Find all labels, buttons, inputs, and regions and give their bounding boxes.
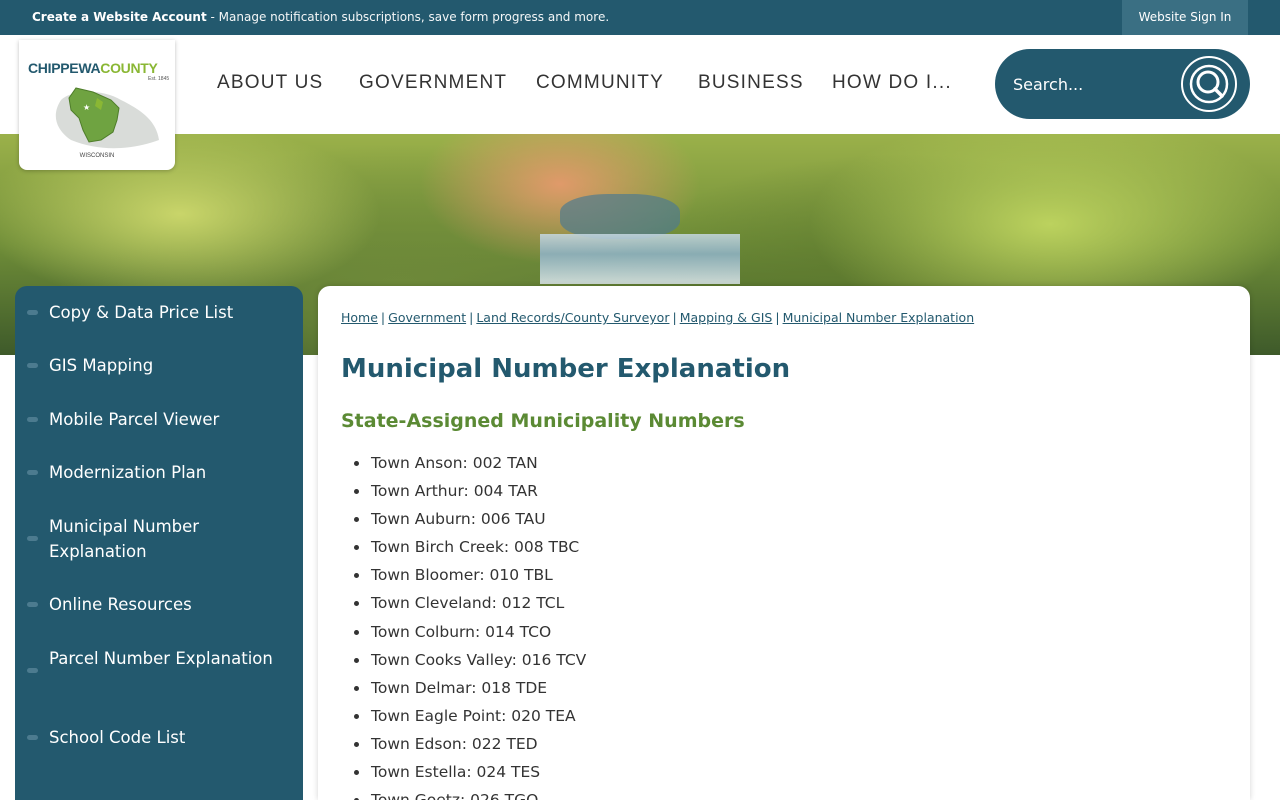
- nav-about-us[interactable]: ABOUT US: [217, 72, 323, 94]
- logo-wordmark: CHIPPEWACOUNTY: [28, 60, 158, 76]
- list-item: Town Arthur: 004 TAR: [341, 480, 586, 508]
- site-header: ABOUT US GOVERNMENT COMMUNITY BUSINESS H…: [0, 35, 1280, 134]
- nav-business[interactable]: BUSINESS: [698, 72, 804, 94]
- svg-text:★: ★: [83, 103, 90, 112]
- list-item: Town Anson: 002 TAN: [341, 452, 586, 480]
- sidebar-item-label: Modernization Plan: [49, 463, 207, 482]
- nav-how-do-i[interactable]: HOW DO I...: [832, 72, 952, 94]
- bullet-icon: [27, 602, 38, 607]
- list-item: Town Cleveland: 012 TCL: [341, 592, 586, 620]
- bullet-icon: [27, 310, 38, 315]
- top-bar: Create a Website Account - Manage notifi…: [0, 0, 1280, 35]
- list-item: Town Edson: 022 TED: [341, 733, 586, 761]
- breadcrumb-government[interactable]: Government: [388, 310, 466, 325]
- sidebar-nav: Copy & Data Price List GIS Mapping Mobil…: [15, 286, 303, 800]
- county-logo[interactable]: CHIPPEWACOUNTY Est. 1845 ★ WISCONSIN: [19, 40, 175, 170]
- list-item: Town Estella: 024 TES: [341, 761, 586, 789]
- bullet-icon: [27, 417, 38, 422]
- municipality-list: Town Anson: 002 TAN Town Arthur: 004 TAR…: [341, 452, 586, 800]
- account-message: Create a Website Account - Manage notifi…: [32, 10, 609, 25]
- bullet-icon: [27, 735, 38, 740]
- list-item: Town Birch Creek: 008 TBC: [341, 536, 586, 564]
- list-item: Town Cooks Valley: 016 TCV: [341, 649, 586, 677]
- list-item: Town Colburn: 014 TCO: [341, 621, 586, 649]
- list-item: Town Auburn: 006 TAU: [341, 508, 586, 536]
- river: [560, 194, 680, 239]
- page-title: Municipal Number Explanation: [341, 354, 791, 384]
- main-content: Home | Government | Land Records/County Surv…: [318, 286, 1250, 800]
- bullet-icon: [27, 668, 38, 673]
- waterfall: [540, 234, 740, 284]
- breadcrumb-home[interactable]: Home: [341, 310, 378, 325]
- search-box: [995, 49, 1250, 119]
- website-sign-in-button[interactable]: Website Sign In: [1122, 0, 1248, 35]
- sidebar-item-label: Parcel Number Explanation: [49, 649, 273, 668]
- bullet-icon: [27, 536, 38, 541]
- sidebar-item-label: Copy & Data Price List: [49, 303, 234, 322]
- wisconsin-map-icon: ★: [55, 87, 159, 149]
- list-item: Town Eagle Point: 020 TEA: [341, 705, 586, 733]
- breadcrumb-current[interactable]: Municipal Number Explanation: [783, 310, 975, 325]
- search-button[interactable]: [1181, 56, 1237, 112]
- logo-state: WISCONSIN: [79, 153, 115, 159]
- sidebar-item-label: GIS Mapping: [49, 356, 154, 375]
- bullet-icon: [27, 470, 38, 475]
- search-input[interactable]: [1013, 71, 1173, 97]
- section-heading: State-Assigned Municipality Numbers: [341, 410, 745, 432]
- list-item: Town Bloomer: 010 TBL: [341, 564, 586, 592]
- breadcrumb-mapping-gis[interactable]: Mapping & GIS: [680, 310, 773, 325]
- nav-government[interactable]: GOVERNMENT: [359, 72, 507, 94]
- breadcrumb-land-records[interactable]: Land Records/County Surveyor: [476, 310, 669, 325]
- search-icon: [1189, 64, 1229, 104]
- create-account-link[interactable]: Create a Website Account: [32, 10, 207, 24]
- bullet-icon: [27, 363, 38, 368]
- breadcrumb: Home | Government | Land Records/County Surv…: [341, 310, 975, 325]
- nav-community[interactable]: COMMUNITY: [536, 72, 664, 94]
- sidebar-item-label: School Code List: [49, 728, 186, 747]
- sidebar-item-label: Mobile Parcel Viewer: [49, 410, 220, 429]
- sidebar-item-label: Online Resources: [49, 595, 192, 614]
- sidebar-item-label: Municipal Number Explanation: [49, 517, 200, 561]
- list-item: Town Delmar: 018 TDE: [341, 677, 586, 705]
- account-description: - Manage notification subscriptions, sav…: [206, 10, 610, 24]
- list-item: Town Goetz: 026 TGO: [341, 789, 586, 800]
